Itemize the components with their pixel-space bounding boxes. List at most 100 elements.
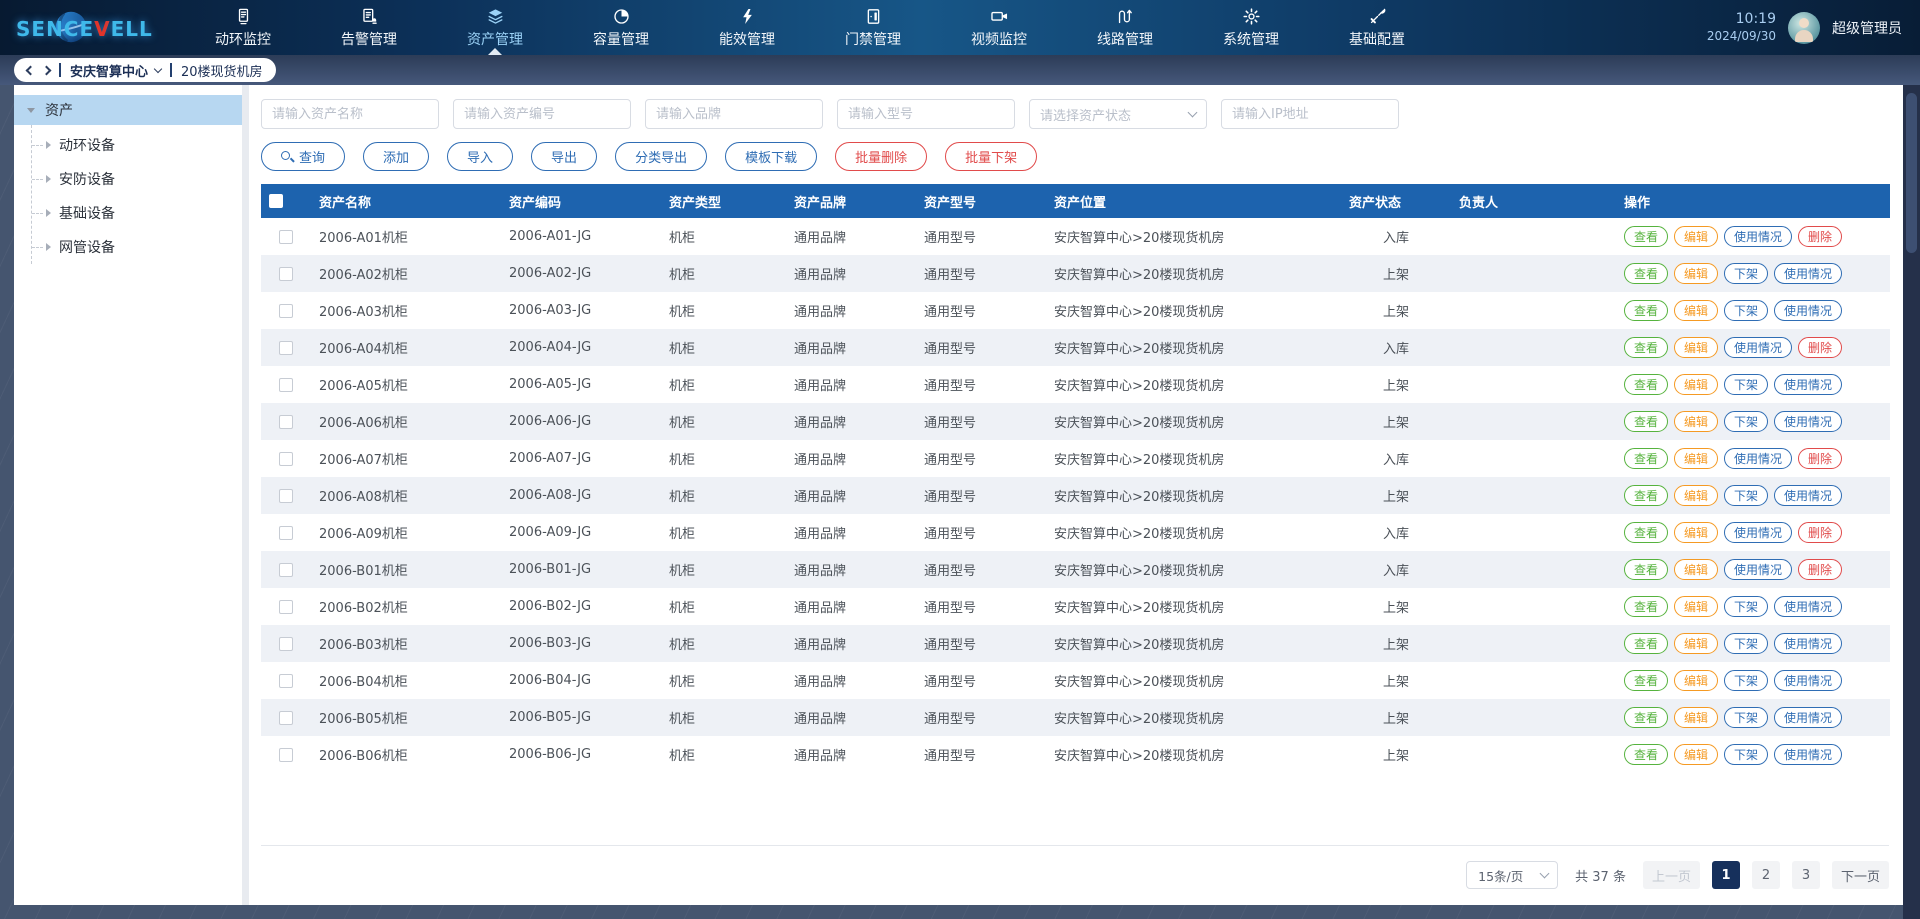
view-action-button[interactable]: 查看	[1624, 744, 1668, 765]
usage-action-button[interactable]: 使用情况	[1774, 485, 1842, 506]
delete-action-button[interactable]: 删除	[1798, 448, 1842, 469]
forward-arrow-icon[interactable]	[42, 65, 52, 75]
edit-action-button[interactable]: 编辑	[1674, 411, 1718, 432]
nav-item-alarm-mgmt[interactable]: 告警管理	[306, 0, 432, 55]
tree-item[interactable]: 网管设备	[32, 230, 242, 264]
nav-item-energy-mgmt[interactable]: 能效管理	[684, 0, 810, 55]
usage-action-button[interactable]: 使用情况	[1724, 522, 1792, 543]
delete-action-button[interactable]: 删除	[1798, 337, 1842, 358]
row-checkbox[interactable]	[279, 415, 293, 429]
export-button[interactable]: 导出	[531, 142, 597, 171]
delete-action-button[interactable]: 删除	[1798, 522, 1842, 543]
offshelf-action-button[interactable]: 下架	[1724, 633, 1768, 654]
delete-action-button[interactable]: 删除	[1798, 559, 1842, 580]
row-checkbox[interactable]	[279, 230, 293, 244]
edit-action-button[interactable]: 编辑	[1674, 744, 1718, 765]
page-size-select[interactable]: 15条/页	[1466, 861, 1558, 889]
edit-action-button[interactable]: 编辑	[1674, 633, 1718, 654]
view-action-button[interactable]: 查看	[1624, 300, 1668, 321]
edit-action-button[interactable]: 编辑	[1674, 522, 1718, 543]
nav-item-capacity-mgmt[interactable]: 容量管理	[558, 0, 684, 55]
usage-action-button[interactable]: 使用情况	[1774, 670, 1842, 691]
tree-item[interactable]: 安防设备	[32, 162, 242, 196]
usage-action-button[interactable]: 使用情况	[1774, 411, 1842, 432]
brand-input[interactable]	[645, 99, 823, 129]
row-checkbox[interactable]	[279, 267, 293, 281]
asset-code-input[interactable]	[453, 99, 631, 129]
ip-input[interactable]	[1221, 99, 1399, 129]
page-button-2[interactable]: 2	[1752, 861, 1780, 889]
row-checkbox[interactable]	[279, 637, 293, 651]
next-page-button[interactable]: 下一页	[1832, 861, 1889, 889]
view-action-button[interactable]: 查看	[1624, 226, 1668, 247]
view-action-button[interactable]: 查看	[1624, 633, 1668, 654]
nav-item-basic-config[interactable]: 基础配置	[1314, 0, 1440, 55]
edit-action-button[interactable]: 编辑	[1674, 559, 1718, 580]
usage-action-button[interactable]: 使用情况	[1724, 448, 1792, 469]
search-button[interactable]: 查询	[261, 142, 345, 171]
edit-action-button[interactable]: 编辑	[1674, 596, 1718, 617]
category-export-button[interactable]: 分类导出	[615, 142, 707, 171]
view-action-button[interactable]: 查看	[1624, 337, 1668, 358]
row-checkbox[interactable]	[279, 341, 293, 355]
nav-item-env-monitor[interactable]: 动环监控	[180, 0, 306, 55]
offshelf-action-button[interactable]: 下架	[1724, 300, 1768, 321]
usage-action-button[interactable]: 使用情况	[1724, 559, 1792, 580]
tree-item[interactable]: 动环设备	[32, 128, 242, 162]
edit-action-button[interactable]: 编辑	[1674, 263, 1718, 284]
edit-action-button[interactable]: 编辑	[1674, 300, 1718, 321]
offshelf-action-button[interactable]: 下架	[1724, 263, 1768, 284]
scrollbar-thumb[interactable]	[1906, 93, 1917, 253]
row-checkbox[interactable]	[279, 563, 293, 577]
template-download-button[interactable]: 模板下载	[725, 142, 817, 171]
offshelf-action-button[interactable]: 下架	[1724, 670, 1768, 691]
view-action-button[interactable]: 查看	[1624, 596, 1668, 617]
prev-page-button[interactable]: 上一页	[1643, 861, 1700, 889]
batch-delete-button[interactable]: 批量删除	[835, 142, 927, 171]
batch-offshelf-button[interactable]: 批量下架	[945, 142, 1037, 171]
edit-action-button[interactable]: 编辑	[1674, 226, 1718, 247]
usage-action-button[interactable]: 使用情况	[1724, 337, 1792, 358]
sidebar-item-assets-root[interactable]: 资产	[14, 95, 242, 125]
tree-item[interactable]: 基础设备	[32, 196, 242, 230]
model-input[interactable]	[837, 99, 1015, 129]
offshelf-action-button[interactable]: 下架	[1724, 374, 1768, 395]
usage-action-button[interactable]: 使用情况	[1774, 744, 1842, 765]
nav-item-system-mgmt[interactable]: 系统管理	[1188, 0, 1314, 55]
usage-action-button[interactable]: 使用情况	[1774, 300, 1842, 321]
view-action-button[interactable]: 查看	[1624, 374, 1668, 395]
edit-action-button[interactable]: 编辑	[1674, 448, 1718, 469]
asset-status-select[interactable]: 请选择资产状态	[1029, 99, 1207, 129]
select-all-checkbox[interactable]	[269, 194, 283, 208]
row-checkbox[interactable]	[279, 489, 293, 503]
row-checkbox[interactable]	[279, 600, 293, 614]
usage-action-button[interactable]: 使用情况	[1774, 263, 1842, 284]
page-button-1[interactable]: 1	[1712, 861, 1740, 889]
edit-action-button[interactable]: 编辑	[1674, 485, 1718, 506]
edit-action-button[interactable]: 编辑	[1674, 670, 1718, 691]
room-tab[interactable]: 20楼现货机房	[181, 61, 263, 80]
view-action-button[interactable]: 查看	[1624, 522, 1668, 543]
view-action-button[interactable]: 查看	[1624, 670, 1668, 691]
edit-action-button[interactable]: 编辑	[1674, 374, 1718, 395]
nav-item-asset-mgmt[interactable]: 资产管理	[432, 0, 558, 55]
row-checkbox[interactable]	[279, 748, 293, 762]
offshelf-action-button[interactable]: 下架	[1724, 411, 1768, 432]
usage-action-button[interactable]: 使用情况	[1774, 374, 1842, 395]
row-checkbox[interactable]	[279, 674, 293, 688]
import-button[interactable]: 导入	[447, 142, 513, 171]
page-button-3[interactable]: 3	[1792, 861, 1820, 889]
offshelf-action-button[interactable]: 下架	[1724, 707, 1768, 728]
offshelf-action-button[interactable]: 下架	[1724, 744, 1768, 765]
view-action-button[interactable]: 查看	[1624, 411, 1668, 432]
back-arrow-icon[interactable]	[26, 65, 36, 75]
usage-action-button[interactable]: 使用情况	[1774, 596, 1842, 617]
offshelf-action-button[interactable]: 下架	[1724, 596, 1768, 617]
view-action-button[interactable]: 查看	[1624, 448, 1668, 469]
asset-name-input[interactable]	[261, 99, 439, 129]
add-button[interactable]: 添加	[363, 142, 429, 171]
view-action-button[interactable]: 查看	[1624, 559, 1668, 580]
nav-item-access-mgmt[interactable]: 门禁管理	[810, 0, 936, 55]
edit-action-button[interactable]: 编辑	[1674, 337, 1718, 358]
edit-action-button[interactable]: 编辑	[1674, 707, 1718, 728]
